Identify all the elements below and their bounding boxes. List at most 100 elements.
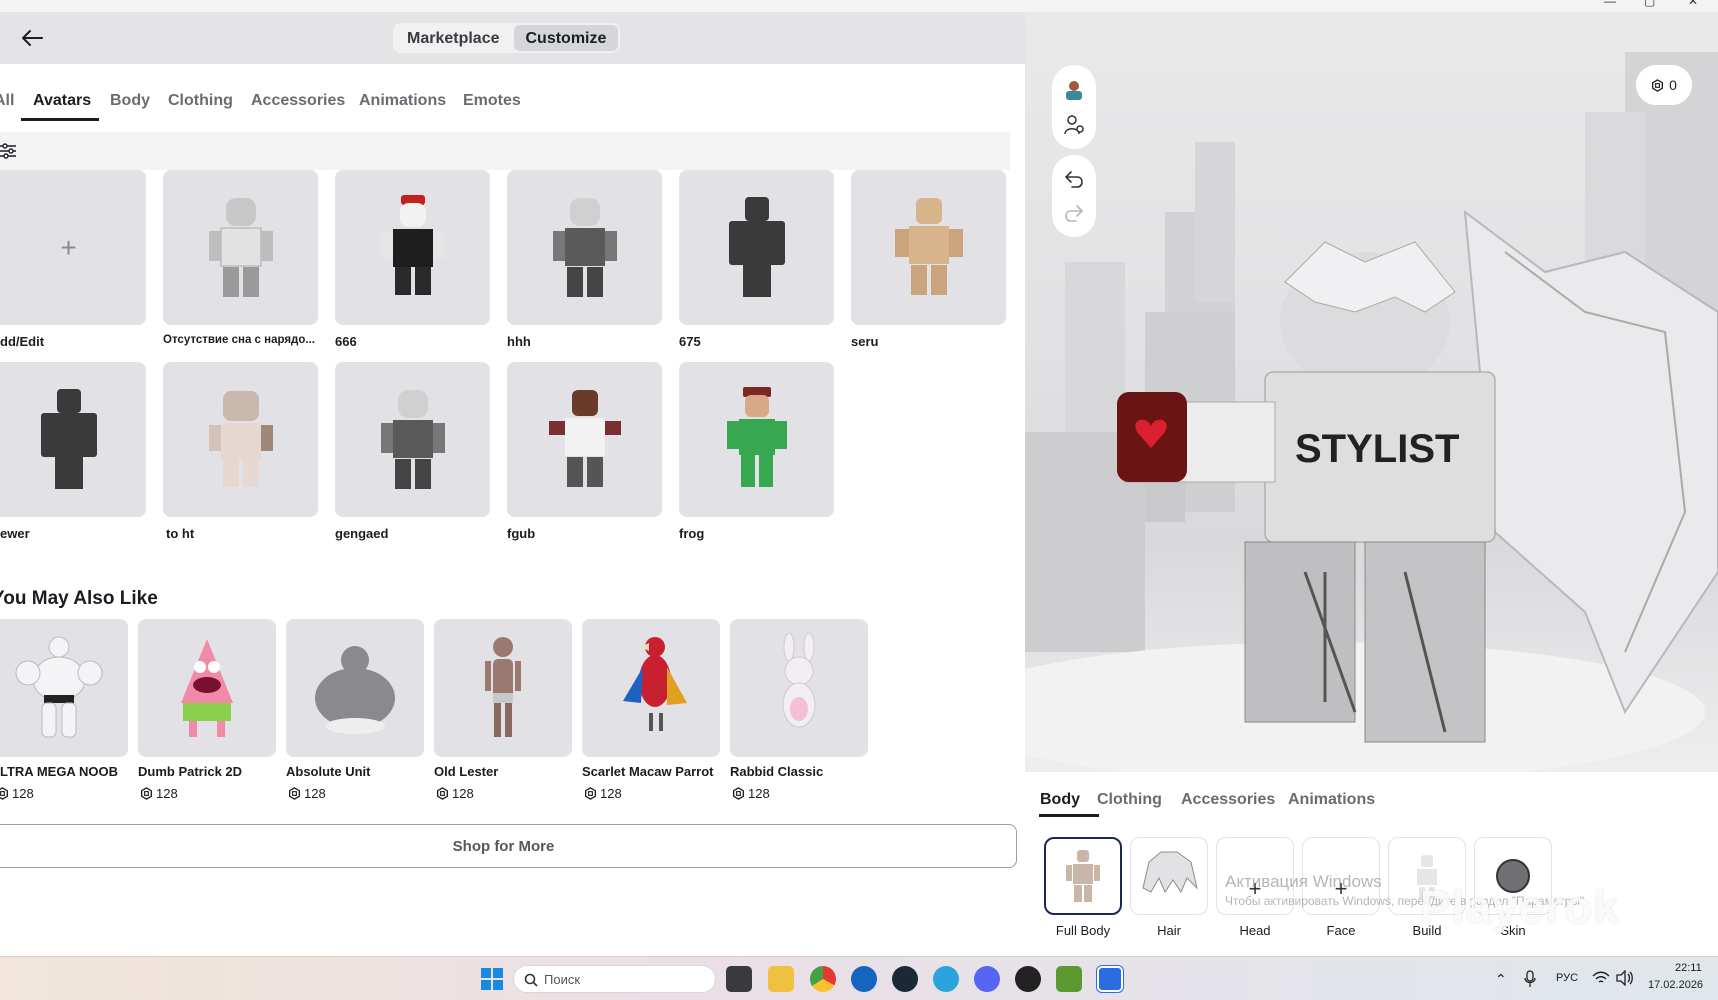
maximize-button[interactable]: ▢ xyxy=(1644,0,1655,8)
item-price: 128 xyxy=(288,786,326,801)
plus-icon: + xyxy=(60,231,77,263)
customize-tab[interactable]: Customize xyxy=(513,25,619,51)
app-icon[interactable] xyxy=(851,966,877,992)
avatar-tile[interactable] xyxy=(507,170,662,325)
item-price: 128 xyxy=(140,786,178,801)
clock-date[interactable]: 17.02.2026 xyxy=(1648,979,1703,991)
avatar-head-icon[interactable] xyxy=(1062,77,1086,101)
recommendation-tile[interactable] xyxy=(730,619,868,757)
avatar-3d-viewport[interactable]: STYLIST 0 xyxy=(1025,12,1718,772)
telegram-icon[interactable] xyxy=(933,966,959,992)
avatar-label: Отсутствие сна с нарядо... xyxy=(163,334,315,346)
steam-icon[interactable] xyxy=(892,966,918,992)
search-icon xyxy=(524,973,538,987)
recommendation-tile[interactable] xyxy=(582,619,720,757)
editor-tab-clothing[interactable]: Clothing xyxy=(1097,791,1162,809)
item-price-value: 128 xyxy=(304,786,326,801)
item-price-value: 128 xyxy=(452,786,474,801)
editor-tab-body[interactable]: Body xyxy=(1040,791,1080,809)
avatar-tile[interactable] xyxy=(679,170,834,325)
avatar-tile[interactable] xyxy=(163,170,318,325)
recommendation-tile[interactable] xyxy=(286,619,424,757)
roblox-icon[interactable] xyxy=(1097,966,1123,992)
add-edit-avatar-tile[interactable]: + xyxy=(0,170,146,325)
item-price: 128 xyxy=(436,786,474,801)
slot-label: Head xyxy=(1239,923,1271,938)
back-arrow-icon[interactable] xyxy=(18,24,46,52)
avatar-figure-icon xyxy=(548,389,621,487)
avatar-figure-icon xyxy=(728,196,785,297)
microphone-icon[interactable] xyxy=(1524,970,1536,988)
recommendation-tile[interactable] xyxy=(138,619,276,757)
avatar-tile[interactable] xyxy=(335,362,490,517)
avatar-label: ewer xyxy=(0,526,30,541)
avatar-label: fgub xyxy=(507,526,536,541)
folder-icon[interactable] xyxy=(768,966,794,992)
hair-icon xyxy=(1142,851,1198,894)
robux-icon xyxy=(437,787,448,800)
wifi-icon[interactable] xyxy=(1592,971,1610,985)
marketplace-tab[interactable]: Marketplace xyxy=(395,25,512,51)
minimize-button[interactable]: — xyxy=(1604,0,1616,8)
editor-tab-animations[interactable]: Animations xyxy=(1288,791,1375,809)
robux-icon xyxy=(289,787,300,800)
tab-emotes[interactable]: Emotes xyxy=(463,92,521,110)
language-indicator[interactable]: РУС xyxy=(1556,972,1578,984)
recommendation-tile[interactable] xyxy=(434,619,572,757)
volume-icon[interactable] xyxy=(1616,970,1634,986)
close-button[interactable]: ✕ xyxy=(1688,0,1698,8)
discord-icon[interactable] xyxy=(974,966,1000,992)
recommendations-title: You May Also Like xyxy=(0,588,158,609)
avatar-figure-icon xyxy=(894,197,963,295)
app-icon[interactable] xyxy=(1015,966,1041,992)
avatar-tile[interactable] xyxy=(679,362,834,517)
hair-slot[interactable] xyxy=(1130,837,1208,915)
recommendation-tile[interactable] xyxy=(0,619,128,757)
tab-animations[interactable]: Animations xyxy=(359,92,446,110)
tab-all[interactable]: All xyxy=(0,92,14,110)
item-thumbnail-icon xyxy=(782,633,816,728)
item-name: Rabbid Classic xyxy=(730,764,824,779)
shop-for-more-button[interactable]: Shop for More xyxy=(0,824,1017,868)
avatar-tile[interactable] xyxy=(507,362,662,517)
tab-avatars[interactable]: Avatars xyxy=(33,92,91,110)
redo-icon[interactable] xyxy=(1062,201,1086,225)
avatar-settings-icon[interactable] xyxy=(1062,113,1086,137)
robux-balance-value: 0 xyxy=(1669,77,1677,93)
chrome-icon[interactable] xyxy=(810,966,836,992)
full-body-slot[interactable] xyxy=(1044,837,1122,915)
item-name: Absolute Unit xyxy=(286,764,371,779)
robux-balance[interactable]: 0 xyxy=(1636,65,1692,105)
minecraft-icon[interactable] xyxy=(1056,966,1082,992)
svg-text:STYLIST: STYLIST xyxy=(1295,427,1459,471)
avatar-figure-icon xyxy=(380,389,445,489)
taskbar-search-input[interactable]: Поиск xyxy=(513,965,716,993)
item-thumbnail-icon xyxy=(485,637,521,737)
item-name: LTRA MEGA NOOB xyxy=(0,764,118,779)
item-thumbnail-icon xyxy=(315,646,395,734)
avatar-label: frog xyxy=(679,526,705,541)
clock-time[interactable]: 22:11 xyxy=(1675,962,1702,974)
tab-body[interactable]: Body xyxy=(110,92,150,110)
tab-accessories[interactable]: Accessories xyxy=(251,92,345,110)
avatar-figure-icon xyxy=(552,197,617,297)
body-editor-panel: Body Clothing Accessories Animations Ful… xyxy=(1025,772,1718,956)
filter-icon[interactable] xyxy=(0,142,18,160)
active-tab-indicator xyxy=(21,118,99,121)
editor-tab-accessories[interactable]: Accessories xyxy=(1181,791,1275,809)
avatar-label: 675 xyxy=(679,334,701,349)
avatar-tile[interactable] xyxy=(0,362,146,517)
avatar-tile[interactable] xyxy=(851,170,1006,325)
windows-start-icon[interactable] xyxy=(479,966,505,992)
avatar-tile[interactable] xyxy=(335,170,490,325)
avatar-tile[interactable] xyxy=(163,362,318,517)
item-price-value: 128 xyxy=(12,786,34,801)
undo-icon[interactable] xyxy=(1062,167,1086,191)
file-explorer-dark-icon[interactable] xyxy=(726,966,752,992)
tab-clothing[interactable]: Clothing xyxy=(168,92,233,110)
item-name: Scarlet Macaw Parrot xyxy=(582,764,714,779)
scene-background-icon: STYLIST xyxy=(1025,52,1718,772)
item-name: Old Lester xyxy=(434,764,499,779)
chevron-up-icon[interactable]: ⌃ xyxy=(1495,971,1507,988)
slot-label: Hair xyxy=(1157,923,1181,938)
